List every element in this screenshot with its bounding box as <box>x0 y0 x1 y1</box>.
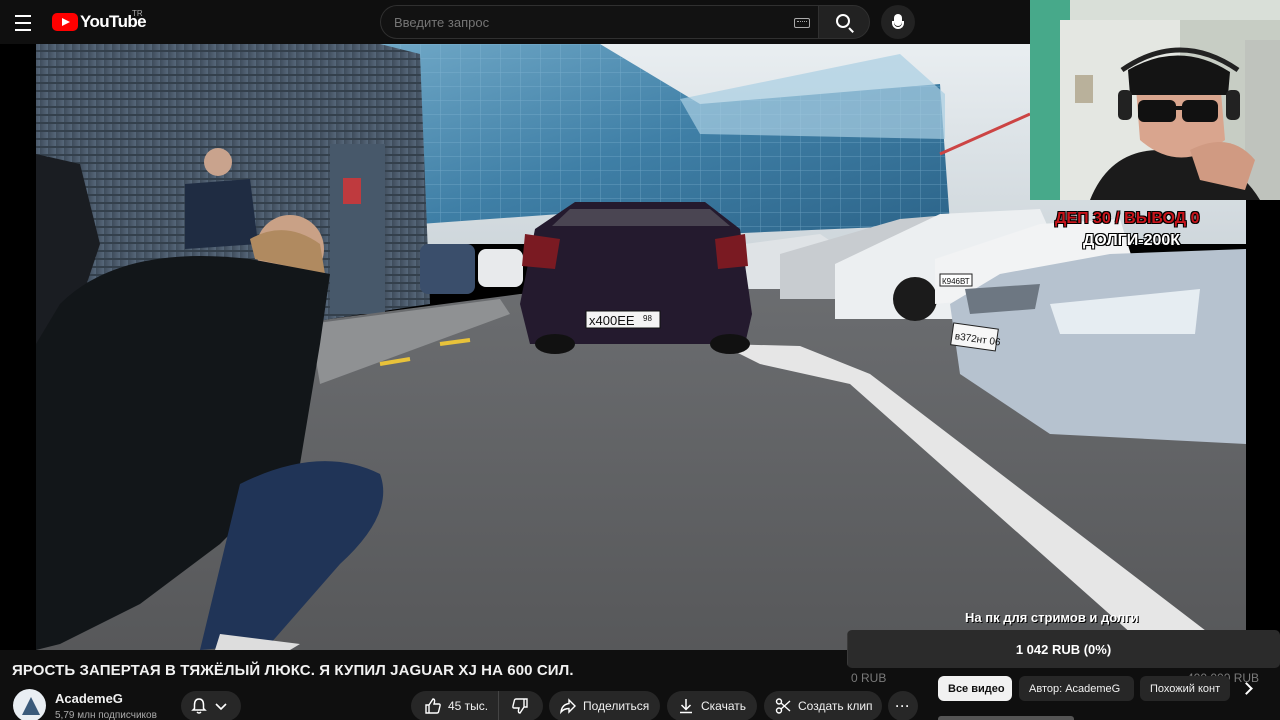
chip-all-videos[interactable]: Все видео <box>938 676 1012 701</box>
chip-similar[interactable]: Похожий конт <box>1140 676 1230 701</box>
notifications-button[interactable] <box>181 691 241 720</box>
share-icon <box>559 697 577 715</box>
streamer-webcam <box>1030 0 1280 200</box>
search-bar <box>380 5 870 39</box>
mic-stand <box>892 21 904 29</box>
search-button[interactable] <box>818 5 870 39</box>
donation-progress-bar: 1 042 RUB (0%) <box>847 630 1280 668</box>
menu-icon[interactable] <box>12 10 34 34</box>
chevron-down-icon <box>212 697 230 715</box>
related-thumbnail-edge[interactable] <box>938 716 1074 720</box>
thumb-up-icon <box>424 697 442 715</box>
dislike-button[interactable] <box>499 691 541 720</box>
logo-region: TR <box>132 9 143 18</box>
donation-goal-title: На пк для стримов и долги <box>965 610 1139 625</box>
donation-amount: 1 042 RUB (0%) <box>1015 641 1112 657</box>
youtube-logo[interactable]: YouTube TR <box>52 9 147 33</box>
more-icon: ··· <box>895 699 911 713</box>
keyboard-icon[interactable] <box>794 18 810 28</box>
download-label: Скачать <box>701 699 746 713</box>
youtube-watch-page: К946ВТ в372нт 06 х400ЕЕ 98 YouTube TR Вв… <box>0 0 1280 720</box>
overlay-debt-text: ДОЛГИ-200К <box>1083 232 1181 249</box>
search-icon <box>836 14 850 28</box>
more-actions-button[interactable]: ··· <box>888 691 918 720</box>
download-icon <box>677 697 695 715</box>
like-button[interactable]: 45 тыс. <box>411 691 500 720</box>
voice-search-button[interactable] <box>881 5 915 39</box>
masthead: YouTube TR <box>0 0 1030 44</box>
channel-name-link[interactable]: AcademeG <box>55 691 123 706</box>
overlay-deposit-text: ДЕП 30 / ВЫВОД 0 <box>1055 210 1200 227</box>
clip-label: Создать клип <box>798 699 873 713</box>
donation-min-label: 0 RUB <box>851 671 887 685</box>
like-count: 45 тыс. <box>448 699 489 713</box>
chip-by-author[interactable]: Автор: AcademeG <box>1019 676 1134 701</box>
plate-mid-text: К946ВТ <box>942 277 970 286</box>
channel-avatar[interactable] <box>13 689 46 720</box>
bell-icon <box>190 697 208 715</box>
share-label: Поделиться <box>583 699 650 713</box>
search-box <box>380 5 818 39</box>
subscriber-count: 5,79 млн подписчиков <box>55 710 157 720</box>
plate-main-text: х400ЕЕ <box>589 313 635 328</box>
youtube-play-icon <box>52 13 78 31</box>
video-title: ЯРОСТЬ ЗАПЕРТАЯ В ТЯЖЁЛЫЙ ЛЮКС. Я КУПИЛ … <box>12 662 574 679</box>
thumb-down-icon <box>511 697 529 715</box>
download-button[interactable]: Скачать <box>667 691 757 720</box>
chevron-right-icon[interactable] <box>1236 676 1258 701</box>
scissors-icon <box>774 697 792 715</box>
share-button[interactable]: Поделиться <box>549 691 660 720</box>
search-input[interactable] <box>381 6 818 38</box>
like-dislike-group: 45 тыс. <box>411 691 543 720</box>
create-clip-button[interactable]: Создать клип <box>764 691 882 720</box>
plate-region-text: 98 <box>643 314 652 323</box>
webcam-scene <box>1030 0 1280 200</box>
